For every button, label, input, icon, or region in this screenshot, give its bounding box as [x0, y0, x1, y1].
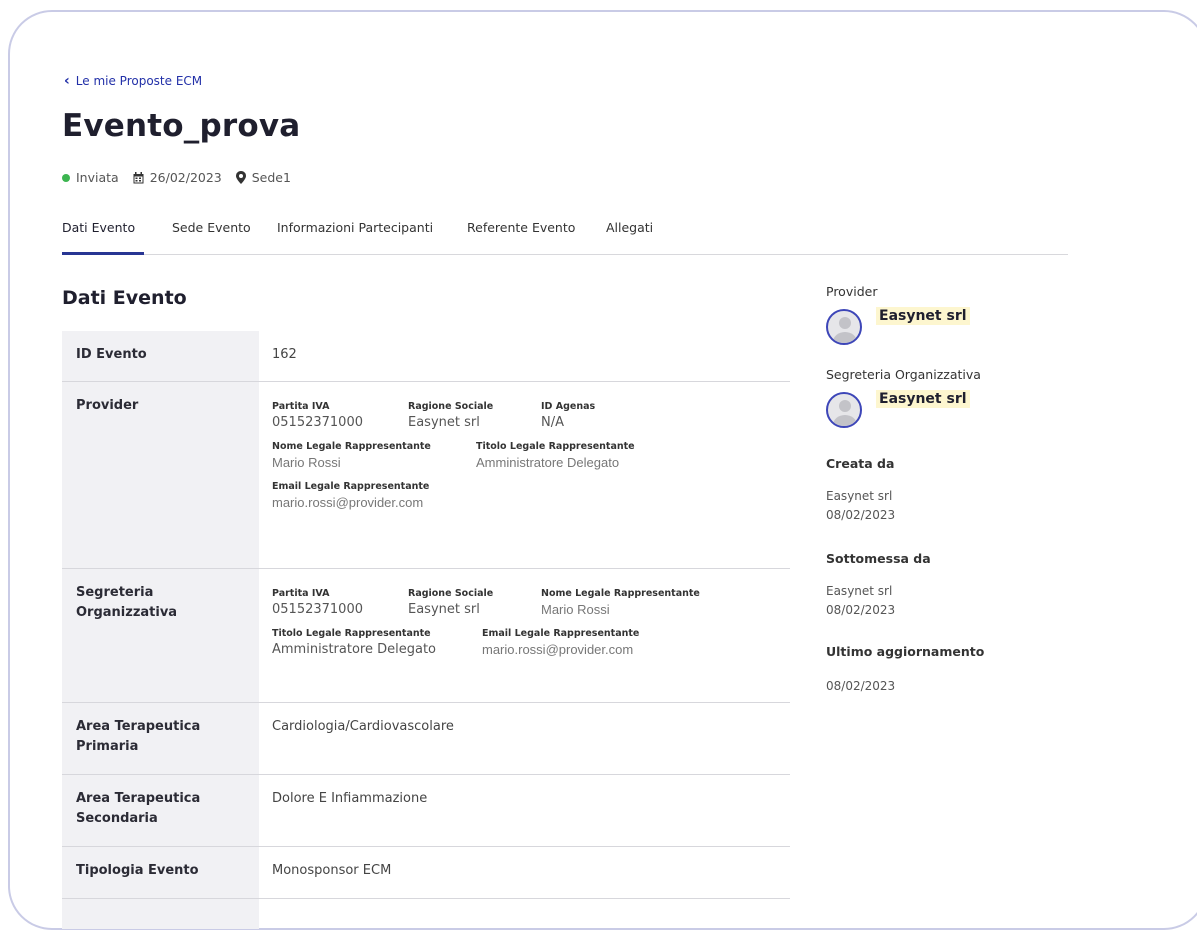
table-row: Area Terapeutica Primaria Cardiologia/Ca… — [62, 703, 790, 775]
event-date-text: 26/02/2023 — [149, 170, 222, 185]
row-value: Dolore E Infiammazione — [272, 791, 428, 806]
provider-org: Easynet srl — [826, 307, 1066, 345]
page-title: Evento_prova — [62, 108, 301, 144]
event-location: Sede1 — [235, 170, 291, 185]
row-label: Provider — [62, 382, 259, 568]
table-row: Tipologia Evento Monosponsor ECM — [62, 847, 790, 899]
status-dot-icon — [62, 173, 70, 182]
tab-referente-evento[interactable]: Referente Evento — [467, 220, 575, 235]
creata-label: Creata da — [826, 456, 895, 471]
segreteria-org: Easynet srl — [826, 390, 1066, 428]
table-row: ID Evento 162 — [62, 331, 790, 382]
side-panel: Provider Easynet srl Segreteria Organizz… — [826, 284, 1066, 696]
segreteria-titolo-legale: Titolo Legale Rappresentante Amministrat… — [272, 628, 436, 657]
provider-id-agenas: ID Agenas N/A — [541, 401, 596, 430]
avatar — [826, 392, 862, 428]
back-link[interactable]: ‹ Le mie Proposte ECM — [64, 74, 202, 88]
sottomessa-date: 08/02/2023 — [826, 603, 896, 617]
creata-date: 08/02/2023 — [826, 508, 896, 522]
active-tab-indicator — [62, 252, 144, 255]
row-label: Segreteria Organizzativa — [62, 569, 259, 702]
back-link-label: Le mie Proposte ECM — [75, 74, 203, 88]
side-provider-label: Provider — [826, 284, 878, 299]
sottomessa-label: Sottomessa da — [826, 551, 931, 566]
provider-nome-legale: Nome Legale Rappresentante Mario Rossi — [272, 441, 431, 470]
side-segreteria-label: Segreteria Organizzativa — [826, 367, 981, 382]
table-row-segreteria: Segreteria Organizzativa Partita IVA 051… — [62, 569, 790, 703]
chevron-left-icon: ‹ — [64, 73, 70, 89]
provider-ragione-sociale: Ragione Sociale Easynet srl — [408, 401, 494, 430]
status-text: Inviata — [76, 170, 119, 185]
calendar-icon — [133, 171, 144, 183]
row-label: Area Terapeutica Secondaria — [62, 775, 259, 846]
provider-org-name: Easynet srl — [876, 307, 970, 325]
map-pin-icon — [235, 171, 246, 184]
row-label: Area Terapeutica Primaria — [62, 703, 259, 774]
row-label: ID Evento — [62, 331, 259, 381]
section-title: Dati Evento — [62, 287, 187, 309]
provider-email-legale: Email Legale Rappresentante mario.rossi@… — [272, 481, 430, 510]
segreteria-ragione-sociale: Ragione Sociale Easynet srl — [408, 588, 494, 617]
row-value: 162 — [272, 347, 297, 362]
table-row-provider: Provider Partita IVA 05152371000 Ragione… — [62, 382, 790, 569]
row-label: Tipologia Evento — [62, 847, 259, 898]
event-meta: Inviata 26/02/2023 Sede1 — [62, 170, 305, 185]
ultimo-date: 08/02/2023 — [826, 679, 896, 693]
row-value: Cardiologia/Cardiovascolare — [272, 719, 454, 734]
status-badge: Inviata — [62, 170, 119, 185]
event-date: 26/02/2023 — [133, 170, 222, 185]
sottomessa-by: Easynet srl — [826, 584, 893, 598]
tab-bar: Dati Evento Sede Evento Informazioni Par… — [62, 212, 1068, 255]
ultimo-label: Ultimo aggiornamento — [826, 644, 985, 659]
table-row: Area Terapeutica Secondaria Dolore E Inf… — [62, 775, 790, 847]
event-location-text: Sede1 — [251, 170, 291, 185]
details-table: ID Evento 162 Provider Partita IVA 05152… — [62, 331, 790, 929]
segreteria-email-legale: Email Legale Rappresentante mario.rossi@… — [482, 628, 640, 657]
segreteria-nome-legale: Nome Legale Rappresentante Mario Rossi — [541, 588, 700, 617]
tab-allegati[interactable]: Allegati — [606, 220, 653, 235]
avatar — [826, 309, 862, 345]
table-row — [62, 899, 790, 929]
segreteria-org-name: Easynet srl — [876, 390, 970, 408]
segreteria-partita-iva: Partita IVA 05152371000 — [272, 588, 363, 617]
creata-by: Easynet srl — [826, 489, 893, 503]
provider-partita-iva: Partita IVA 05152371000 — [272, 401, 363, 430]
row-value: Monosponsor ECM — [272, 863, 392, 878]
tab-informazioni-partecipanti[interactable]: Informazioni Partecipanti — [277, 220, 433, 235]
tab-sede-evento[interactable]: Sede Evento — [172, 220, 251, 235]
tab-dati-evento[interactable]: Dati Evento — [62, 220, 135, 235]
provider-titolo-legale: Titolo Legale Rappresentante Amministrat… — [476, 441, 635, 470]
